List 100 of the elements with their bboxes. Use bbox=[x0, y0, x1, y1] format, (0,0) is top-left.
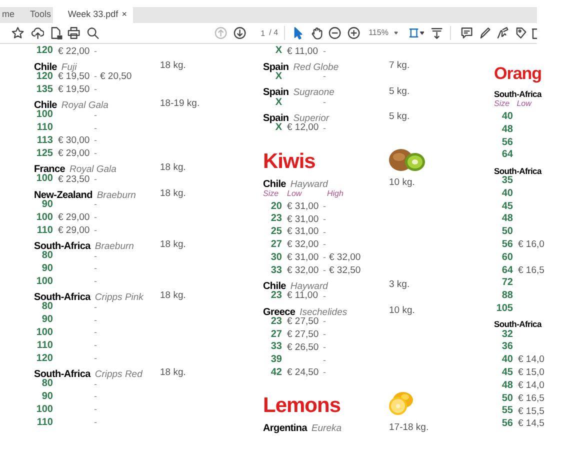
price-dash: - bbox=[322, 46, 327, 56]
zoom-out-icon[interactable] bbox=[328, 26, 342, 40]
signature-icon[interactable] bbox=[496, 26, 510, 40]
size-value: 27 bbox=[270, 330, 282, 340]
weight-label: 5 kg. bbox=[389, 86, 411, 96]
cloud-upload-icon[interactable] bbox=[30, 26, 44, 40]
size-value: 88 bbox=[500, 291, 513, 302]
low-price: € 32,00 bbox=[287, 240, 320, 250]
low-price: € 11,00 bbox=[287, 46, 319, 56]
scroll-mode-icon[interactable] bbox=[430, 26, 444, 40]
variety-label: Royal Gala bbox=[69, 164, 116, 176]
size-value: 64 bbox=[500, 266, 513, 276]
variety-label: Royal Gala bbox=[61, 100, 108, 112]
price-dash: - bbox=[93, 149, 98, 158]
variety-label: Eureka bbox=[311, 423, 342, 434]
size-value: 27 bbox=[270, 240, 282, 250]
origin-label: Chile bbox=[34, 62, 57, 73]
size-value: 105 bbox=[495, 304, 513, 314]
size-value: 36 bbox=[500, 342, 513, 352]
size-value: 72 bbox=[500, 278, 513, 288]
price-dash: - bbox=[93, 316, 98, 325]
weight-label: 18 kg. bbox=[160, 189, 187, 199]
size-value: 80 bbox=[40, 251, 53, 262]
size-value: 23 bbox=[270, 214, 282, 224]
print-icon[interactable] bbox=[66, 26, 81, 40]
size-value: X bbox=[275, 123, 282, 134]
price-dash: - bbox=[323, 124, 326, 133]
variety-label: Fuji bbox=[61, 62, 77, 73]
low-price: € 15,0 bbox=[518, 368, 546, 378]
origin-label: Spain bbox=[263, 62, 289, 73]
tab[interactable]: Tools bbox=[28, 7, 53, 23]
star-icon[interactable] bbox=[11, 26, 25, 40]
size-value: 56 bbox=[500, 419, 513, 430]
size-value: 100 bbox=[35, 174, 53, 184]
pen-icon[interactable] bbox=[478, 26, 492, 40]
low-price: € 14,0 bbox=[518, 380, 546, 390]
price-dash: - bbox=[93, 302, 97, 312]
column-label: Size bbox=[494, 98, 511, 110]
size-value: 30 bbox=[270, 252, 282, 263]
low-price: € 19,50 bbox=[58, 72, 91, 82]
column-label: Size bbox=[263, 188, 280, 200]
size-value: 56 bbox=[500, 240, 513, 250]
low-price: € 15,5 bbox=[518, 406, 546, 416]
origin-label: Chile bbox=[34, 100, 57, 112]
weight-label: 3 kg. bbox=[389, 280, 411, 290]
hand-icon[interactable] bbox=[310, 26, 324, 40]
variety-label: Red Globe bbox=[293, 62, 339, 73]
weight-label: 10 kg. bbox=[389, 306, 416, 316]
low-price: € 11,00 bbox=[287, 291, 318, 301]
origin-label: South-Africa bbox=[494, 89, 542, 99]
comment-icon[interactable] bbox=[460, 26, 474, 40]
size-value: X bbox=[275, 98, 282, 108]
price-dash: - bbox=[93, 226, 98, 236]
tab[interactable]: me bbox=[0, 7, 28, 23]
low-price: € 26,50 bbox=[287, 342, 320, 352]
weight-label: 7 kg. bbox=[389, 61, 411, 71]
low-price: € 31,00 bbox=[287, 253, 320, 262]
size-value: 110 bbox=[36, 123, 53, 134]
size-value: 100 bbox=[35, 276, 53, 287]
tab[interactable]: Week 33.pdf × bbox=[53, 7, 133, 23]
size-value: 90 bbox=[40, 264, 53, 274]
search-icon[interactable] bbox=[86, 26, 100, 40]
low-price: € 22,00 bbox=[58, 46, 91, 56]
column-label: High bbox=[327, 188, 344, 200]
size-value: 110 bbox=[36, 340, 53, 351]
low-price: € 31,00 bbox=[287, 214, 320, 224]
high-price: € 20,50 bbox=[100, 72, 132, 82]
weight-label: 18 kg. bbox=[160, 240, 187, 250]
size-value: 45 bbox=[500, 368, 513, 378]
size-value: 90 bbox=[40, 200, 53, 210]
zoom-dropdown[interactable]: 115% bbox=[368, 26, 399, 40]
price-dash: - bbox=[93, 46, 98, 56]
origin-label: Spain bbox=[263, 87, 289, 98]
section-heading: Kiwis bbox=[263, 150, 316, 172]
variety-label: Braeburn bbox=[94, 240, 134, 252]
page-field[interactable]: 1 bbox=[251, 26, 268, 40]
close-icon[interactable]: × bbox=[122, 8, 127, 22]
size-value: 80 bbox=[40, 379, 53, 390]
price-dash: - bbox=[93, 380, 97, 389]
low-price: € 29,00 bbox=[58, 213, 91, 222]
page-down-icon[interactable] bbox=[232, 26, 246, 40]
zoom-in-icon[interactable] bbox=[346, 26, 361, 40]
low-price: € 31,00 bbox=[287, 202, 320, 212]
variety-label: Hayward bbox=[290, 178, 328, 190]
size-value: 23 bbox=[270, 291, 282, 302]
price-dash: - bbox=[93, 85, 98, 94]
size-value: 125 bbox=[35, 148, 53, 159]
weight-label: 18 kg. bbox=[160, 61, 187, 71]
size-value: 135 bbox=[35, 84, 53, 95]
price-dash: - bbox=[322, 342, 327, 352]
price-dash: - bbox=[322, 72, 327, 82]
price-dash: - bbox=[93, 124, 98, 133]
high-price: € 32,50 bbox=[329, 266, 361, 276]
price-dash: - bbox=[93, 328, 98, 338]
section-heading: Orang bbox=[494, 65, 543, 82]
fit-page-icon[interactable] bbox=[406, 26, 424, 40]
low-price: € 27,50 bbox=[287, 316, 320, 326]
price-dash: - bbox=[93, 341, 98, 350]
size-value: 45 bbox=[500, 202, 513, 212]
size-value: 40 bbox=[500, 188, 513, 199]
